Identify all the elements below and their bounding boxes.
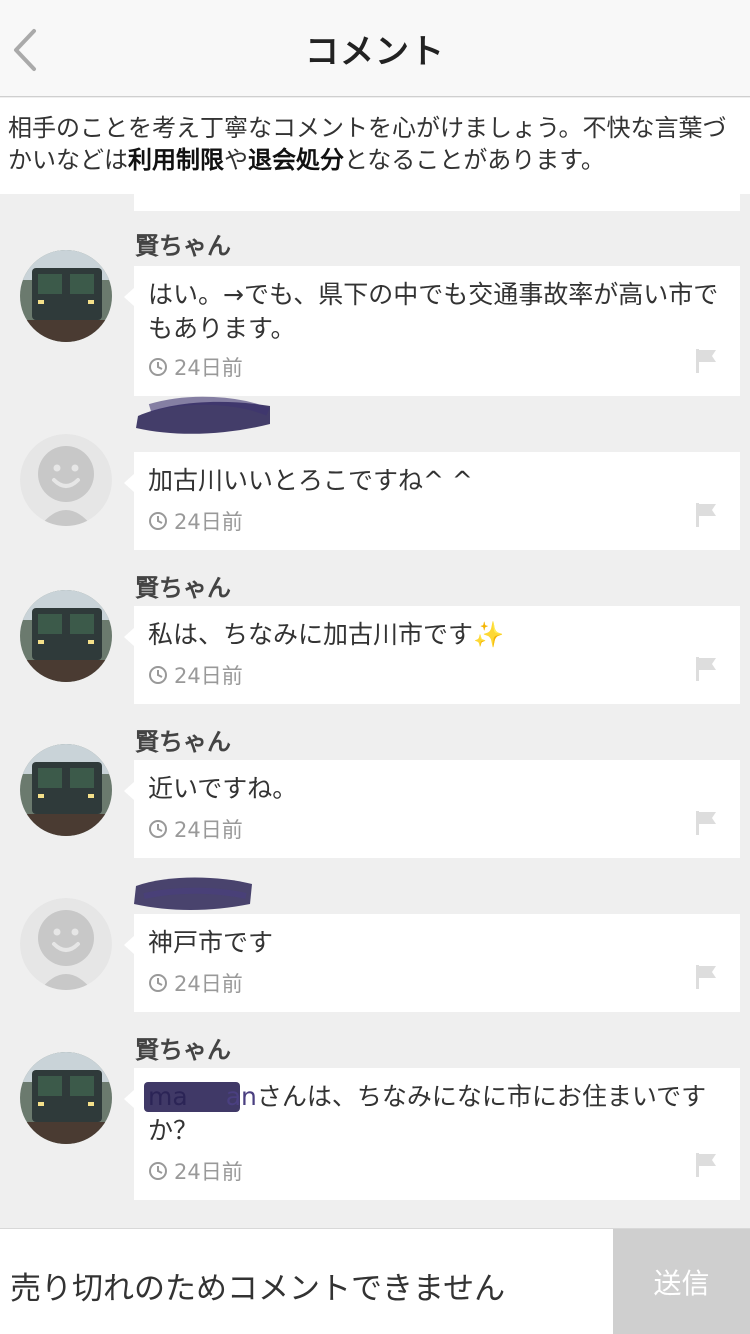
comment-input-bar: 売り切れのためコメントできません 送信 bbox=[0, 1228, 750, 1334]
comment-list[interactable]: 賢ちゃん はい。→でも、県下の中でも交通事故率が高い市でもあります。 24日前 bbox=[0, 194, 750, 1228]
comment-item: 賢ちゃん 近いですね。 24日前 bbox=[0, 722, 750, 862]
train-avatar-image bbox=[20, 250, 112, 342]
avatar[interactable] bbox=[20, 590, 112, 682]
avatar-default[interactable] bbox=[20, 898, 112, 990]
avatar[interactable] bbox=[20, 744, 112, 836]
previous-comment-card bbox=[134, 194, 740, 211]
comment-message: 私は、ちなみに加古川市です✨ bbox=[148, 618, 726, 652]
train-avatar-image bbox=[20, 590, 112, 682]
avatar[interactable] bbox=[20, 1052, 112, 1144]
comment-message: 神戸市です bbox=[148, 928, 274, 957]
timestamp-text: 24日前 bbox=[174, 356, 243, 380]
comment-message: 加古川いいとろこですね^ ^ bbox=[148, 466, 473, 495]
notice-bold-restriction: 利用制限 bbox=[128, 146, 224, 174]
send-button[interactable]: 送信 bbox=[613, 1229, 750, 1334]
clock-icon bbox=[149, 1162, 167, 1180]
report-flag-icon[interactable] bbox=[694, 1152, 720, 1178]
notice-bold-withdrawal: 退会処分 bbox=[248, 146, 344, 174]
report-flag-icon[interactable] bbox=[694, 964, 720, 990]
clock-icon bbox=[149, 974, 167, 992]
nav-bar: コメント bbox=[0, 0, 750, 97]
comment-timestamp: 24日前 bbox=[148, 352, 243, 382]
comment-timestamp: 24日前 bbox=[148, 968, 243, 998]
sparkles-emoji: ✨ bbox=[473, 620, 505, 649]
report-flag-icon[interactable] bbox=[694, 656, 720, 682]
timestamp-text: 24日前 bbox=[174, 1160, 243, 1184]
comment-card: ma anさんは、ちなみになに市にお住まいですか？ 24日前 bbox=[124, 1068, 740, 1200]
redacted-username-scribble bbox=[136, 396, 270, 434]
avatar[interactable] bbox=[20, 250, 112, 342]
train-avatar-image bbox=[20, 1052, 112, 1144]
comment-message: はい。→でも、県下の中でも交通事故率が高い市でもあります。 bbox=[148, 280, 719, 343]
comment-item: 神戸市です 24日前 bbox=[0, 876, 750, 1016]
train-avatar-image bbox=[20, 744, 112, 836]
comment-card: 加古川いいとろこですね^ ^ 24日前 bbox=[124, 452, 740, 550]
comment-message: ma anさんは、ちなみになに市にお住まいですか？ bbox=[144, 1080, 726, 1148]
comment-card: はい。→でも、県下の中でも交通事故率が高い市でもあります。 24日前 bbox=[124, 266, 740, 396]
comment-item: 賢ちゃん はい。→でも、県下の中でも交通事故率が高い市でもあります。 24日前 bbox=[0, 226, 750, 398]
comment-username[interactable]: 賢ちゃん bbox=[135, 722, 231, 757]
comment-username[interactable]: 賢ちゃん bbox=[135, 226, 231, 261]
default-user-icon bbox=[20, 898, 112, 990]
clock-icon bbox=[149, 820, 167, 838]
avatar-default[interactable] bbox=[20, 434, 112, 526]
notice-text: となることがあります。 bbox=[344, 146, 605, 174]
timestamp-text: 24日前 bbox=[174, 510, 243, 534]
clock-icon bbox=[149, 358, 167, 376]
comment-guideline-notice: 相手のことを考え丁寧なコメントを心がけましょう。不快な言葉づかいなどは利用制限や… bbox=[0, 98, 750, 194]
redacted-username-scribble bbox=[134, 877, 252, 910]
comment-username[interactable]: 賢ちゃん bbox=[135, 568, 231, 603]
comment-username[interactable]: 賢ちゃん bbox=[135, 1030, 231, 1065]
comment-item: 加古川いいとろこですね^ ^ 24日前 bbox=[0, 396, 750, 552]
mention-tail: an bbox=[225, 1082, 257, 1111]
timestamp-text: 24日前 bbox=[174, 664, 243, 688]
comment-card: 近いですね。 24日前 bbox=[124, 760, 740, 858]
comment-text: 私は、ちなみに加古川市です bbox=[148, 620, 474, 649]
report-flag-icon[interactable] bbox=[694, 810, 720, 836]
comment-message: 近いですね。 bbox=[148, 774, 298, 803]
comment-disabled-message: 売り切れのためコメントできません bbox=[10, 1271, 506, 1307]
comment-card: 私は、ちなみに加古川市です✨ 24日前 bbox=[124, 606, 740, 704]
mention-prefix: ma bbox=[148, 1082, 188, 1111]
comment-card: 神戸市です 24日前 bbox=[124, 914, 740, 1012]
comment-timestamp: 24日前 bbox=[148, 1156, 243, 1186]
comment-item: 賢ちゃん ma anさんは、ちなみになに市にお住まいですか？ 24日前 bbox=[0, 1030, 750, 1210]
clock-icon bbox=[149, 666, 167, 684]
clock-icon bbox=[149, 512, 167, 530]
mention-redacted[interactable]: ma an bbox=[144, 1080, 257, 1114]
comment-timestamp: 24日前 bbox=[148, 660, 243, 690]
notice-text: や bbox=[224, 146, 248, 174]
timestamp-text: 24日前 bbox=[174, 972, 243, 996]
comment-timestamp: 24日前 bbox=[148, 814, 243, 844]
default-user-icon bbox=[20, 434, 112, 526]
report-flag-icon[interactable] bbox=[694, 348, 720, 374]
report-flag-icon[interactable] bbox=[694, 502, 720, 528]
page-title: コメント bbox=[305, 32, 445, 72]
comment-timestamp: 24日前 bbox=[148, 506, 243, 536]
timestamp-text: 24日前 bbox=[174, 818, 243, 842]
comment-item: 賢ちゃん 私は、ちなみに加古川市です✨ 24日前 bbox=[0, 568, 750, 708]
